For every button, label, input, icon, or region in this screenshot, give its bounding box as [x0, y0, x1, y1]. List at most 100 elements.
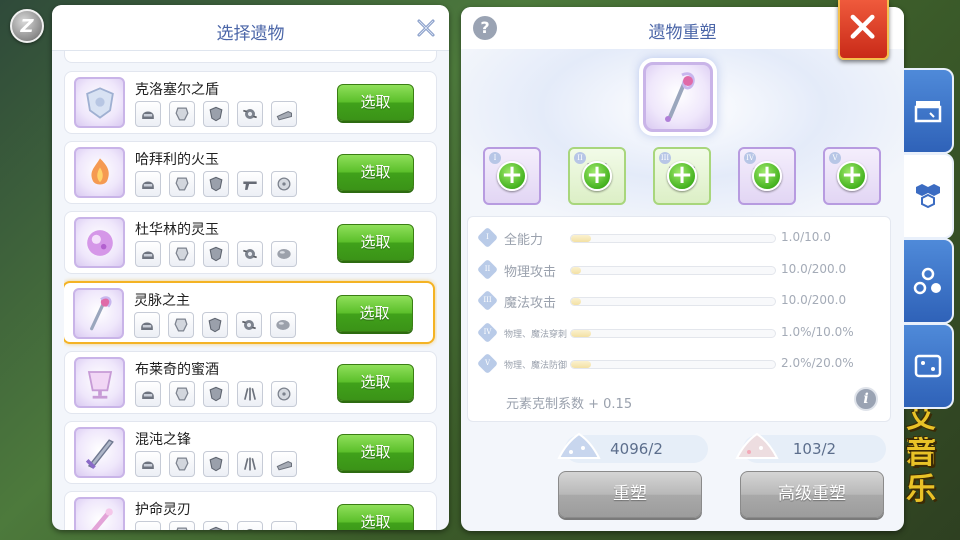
relic-card[interactable]: 哈拜利的火玉 选取: [64, 141, 437, 204]
equipment-type-slot: [169, 521, 195, 530]
shield-icon: [208, 317, 222, 333]
pick-button[interactable]: 选取: [337, 434, 414, 471]
helmet-icon: [141, 322, 153, 330]
fire-orb-icon: [90, 157, 109, 184]
claw-icon: [244, 387, 256, 401]
add-plus-icon[interactable]: +: [667, 161, 697, 191]
equipment-type-slot: [203, 171, 229, 197]
equipment-type-slot: [135, 521, 161, 530]
accessory-icon: [277, 177, 291, 191]
armor-icon: [174, 318, 188, 332]
stat-progress-bar: [570, 297, 776, 306]
relic-name: 护命灵刃: [135, 502, 191, 518]
equipment-type-slot: [203, 381, 229, 407]
equipment-type-slot: [135, 171, 161, 197]
slot-numeral: II: [574, 152, 586, 164]
spirit-staff-icon: [89, 295, 112, 330]
equipment-type-slot: [202, 312, 228, 338]
helmet-icon: [138, 524, 158, 530]
helmet-icon: [142, 391, 154, 399]
reshape-button[interactable]: 重塑: [558, 471, 702, 518]
relic-name: 混沌之锋: [135, 432, 191, 448]
relic-card[interactable]: 克洛塞尔之盾 选取: [64, 71, 437, 134]
stat-progress-fill: [571, 329, 592, 337]
add-plus-icon[interactable]: +: [497, 161, 527, 191]
pick-button[interactable]: 选取: [337, 154, 414, 191]
stat-progress-bar: [570, 265, 776, 275]
slot-numeral: I: [489, 152, 501, 164]
equipment-type-slot: [203, 101, 229, 127]
tab-relic[interactable]: [904, 153, 954, 239]
relic-select-panel: 选择遗物 克洛塞尔之盾 选取 哈拜利的火玉 选取 杜华林的灵玉 选取 灵脉之主 选取 布莱奇的蜜…: [52, 5, 449, 530]
advanced-reshape-button[interactable]: 高级重塑: [740, 471, 884, 518]
shield-icon: [209, 246, 223, 262]
slot-numeral: V: [829, 152, 841, 164]
add-plus-icon[interactable]: +: [582, 161, 612, 191]
cost-value: 4096/2: [610, 440, 663, 458]
equipment-type-slot: [169, 101, 195, 127]
equipment-type-slot: [169, 171, 195, 197]
shield-icon: [209, 176, 223, 192]
equipment-type-slot: [271, 381, 297, 407]
pick-button[interactable]: 选取: [337, 84, 414, 121]
relic-list[interactable]: 克洛塞尔之盾 选取 哈拜利的火玉 选取 杜华林的灵玉 选取 灵脉之主 选取 布莱奇的蜜酒 选取 混沌…: [64, 51, 437, 530]
pick-button[interactable]: 选取: [337, 364, 414, 401]
add-plus-icon[interactable]: +: [837, 161, 867, 191]
info-icon[interactable]: i: [854, 387, 878, 411]
shop-icon: [914, 101, 942, 123]
boots-icon: [276, 110, 292, 121]
relic-name: 哈拜利的火玉: [135, 152, 219, 168]
relic-card[interactable]: 杜华林的灵玉 选取: [64, 211, 437, 274]
pick-button[interactable]: 选取: [337, 504, 414, 530]
spirit-staff-icon: [665, 72, 695, 122]
pick-button[interactable]: 选取: [336, 295, 413, 332]
element-coefficient-text: 元素克制系数 + 0.15: [506, 397, 633, 412]
slot-numeral: III: [659, 152, 671, 164]
equipment-type-row: [134, 312, 296, 338]
relic-name: 灵脉之主: [134, 293, 190, 309]
gear-icon: [243, 109, 257, 119]
stat-value: 10.0/200.0: [781, 293, 847, 307]
gear-icon: [243, 249, 257, 259]
relic-card[interactable]: 混沌之锋 选取: [64, 421, 437, 484]
reshape-slot[interactable]: V +: [823, 147, 881, 205]
stat-row: V 物理、魔法防御 2.0%/20.0%: [476, 352, 880, 375]
stat-numeral: II: [484, 264, 491, 273]
tab-shop[interactable]: [904, 68, 954, 154]
panel-close-button[interactable]: [838, 0, 889, 60]
reshape-slot[interactable]: I +: [483, 147, 541, 205]
mead-cup-icon: [87, 370, 112, 399]
reshape-slot[interactable]: II +: [568, 147, 626, 205]
equipment-type-row: [135, 451, 297, 477]
equipment-type-slot: [135, 101, 161, 127]
z-menu-button[interactable]: Z: [10, 9, 44, 43]
relic-card[interactable]: 护命灵刃 选取: [64, 491, 437, 530]
reshape-slot[interactable]: III +: [653, 147, 711, 205]
stat-value: 10.0/200.0: [781, 261, 847, 276]
selected-relic-slot[interactable]: [643, 62, 713, 132]
close-icon[interactable]: [415, 17, 437, 39]
cost-value: 103/2: [792, 440, 837, 458]
equipment-type-slot: [168, 312, 194, 338]
relic-icon-frame: [74, 427, 125, 478]
equipment-type-row: [135, 171, 297, 197]
boots-icon: [274, 524, 294, 530]
reshape-slot[interactable]: IV +: [738, 147, 796, 205]
equipment-type-row: [135, 241, 297, 267]
pick-button[interactable]: 选取: [337, 224, 414, 261]
accessory-icon: [277, 387, 291, 401]
relic-card[interactable]: 灵脉之主 选取: [64, 281, 435, 344]
stat-row: III 魔法攻击 10.0/200.0: [476, 289, 880, 312]
tab-bond[interactable]: [904, 238, 954, 324]
tab-dice[interactable]: [904, 323, 954, 409]
gear-icon: [242, 320, 256, 330]
equipment-type-slot: [135, 241, 161, 267]
frame-icon: [914, 354, 942, 378]
stat-label: 物理、魔法防御: [504, 361, 568, 371]
add-plus-icon[interactable]: +: [752, 161, 782, 191]
equipment-type-slot: [270, 312, 296, 338]
relic-select-title: 选择遗物: [216, 24, 285, 44]
relic-card[interactable]: 布莱奇的蜜酒 选取: [64, 351, 437, 414]
stat-progress-bar: [570, 328, 776, 338]
equipment-type-slot: [237, 381, 263, 407]
